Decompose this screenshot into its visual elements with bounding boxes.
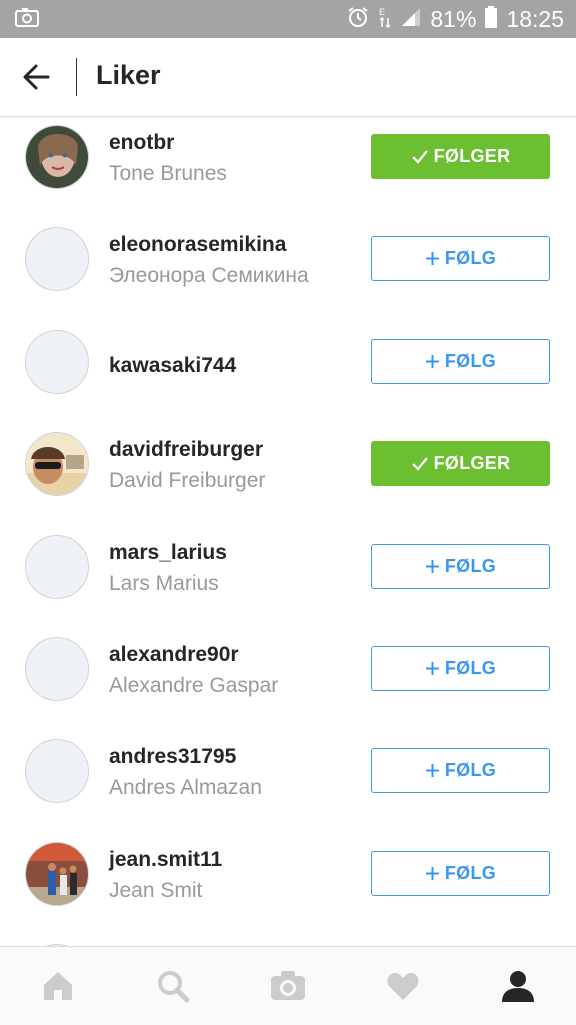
following-button[interactable]: FØLGER: [371, 134, 550, 179]
follow-button[interactable]: FØLG: [371, 543, 550, 589]
avatar[interactable]: [25, 534, 89, 599]
button-label: FØLG: [444, 658, 497, 678]
header-divider: [76, 58, 77, 96]
alarm-icon: [346, 5, 370, 34]
checkmark-icon: [411, 456, 429, 472]
full-name: Alexandre Gaspar: [109, 674, 279, 697]
plus-icon: [425, 559, 440, 574]
button-label: FØLG: [444, 350, 497, 371]
button-label: FØLG: [444, 555, 497, 576]
plus-icon: [425, 251, 440, 266]
avatar[interactable]: [25, 739, 89, 804]
follow-button[interactable]: FØLG: [371, 338, 550, 384]
nav-activity[interactable]: [345, 947, 460, 1025]
username[interactable]: andres31795: [109, 745, 236, 769]
full-name: Lars Marius: [109, 571, 219, 595]
checkmark-icon: [411, 149, 429, 165]
username[interactable]: eleonorasemikina: [109, 233, 286, 257]
button-label: FØLG: [444, 862, 497, 883]
full-name: Jean Smit: [109, 878, 203, 902]
battery-icon: [484, 5, 498, 34]
follow-button[interactable]: FØLG: [371, 646, 550, 691]
bottom-nav: [0, 946, 576, 1025]
username[interactable]: mars_larius: [109, 541, 227, 565]
plus-icon: [425, 763, 440, 778]
full-name: David Freiburger: [109, 469, 266, 493]
nav-camera[interactable]: [230, 947, 345, 1025]
username[interactable]: alexandre90r: [109, 643, 239, 667]
svg-text:E: E: [379, 7, 385, 17]
button-label: FØLGER: [433, 146, 511, 166]
back-button[interactable]: [18, 57, 58, 97]
full-name: Элеонора Семикина: [109, 264, 309, 288]
avatar[interactable]: [25, 432, 89, 497]
follow-button[interactable]: FØLG: [371, 850, 550, 896]
list-item[interactable]: mars_larius Lars Marius FØLG: [0, 526, 576, 628]
nav-profile[interactable]: [460, 947, 575, 1025]
avatar[interactable]: [25, 125, 89, 189]
signal-icon: [400, 6, 422, 33]
plus-icon: [425, 354, 440, 369]
full-name: Tone Brunes: [109, 162, 227, 185]
likers-list[interactable]: enotbr Tone Brunes FØLGER eleonorasemikina Э…: [0, 116, 576, 946]
list-item[interactable]: jean.smit11 Jean Smit FØLG: [0, 833, 576, 935]
avatar[interactable]: [25, 227, 89, 292]
status-bar: E 81% 18:25: [0, 0, 576, 38]
list-item[interactable]: davidfreiburger David Freiburger FØLGER: [0, 423, 576, 525]
avatar[interactable]: [25, 637, 89, 701]
camera-icon: [270, 971, 305, 1000]
battery-percentage: 81%: [430, 5, 477, 32]
list-item[interactable]: andres31795 Andres Almazan FØLG: [0, 730, 576, 832]
home-icon: [43, 972, 72, 1000]
list-item[interactable]: enotbr Tone Brunes FØLGER: [0, 116, 576, 218]
heart-icon: [387, 973, 418, 1000]
nav-search[interactable]: [115, 947, 230, 1025]
profile-icon: [501, 971, 534, 1002]
screenshot-notification-icon: [14, 6, 40, 35]
avatar[interactable]: [25, 329, 89, 394]
plus-icon: [425, 866, 440, 881]
search-icon: [157, 971, 189, 1003]
username[interactable]: enotbr: [109, 131, 174, 155]
avatar[interactable]: [25, 841, 89, 906]
back-arrow-icon: [23, 64, 50, 90]
page-title: Liker: [96, 60, 161, 90]
button-label: FØLG: [444, 760, 497, 781]
list-item[interactable]: eleonorasemikina Элеонора Семикина FØLG: [0, 218, 576, 320]
data-transfer-icon: E: [378, 5, 392, 34]
clock: 18:25: [506, 5, 564, 32]
username[interactable]: jean.smit11: [109, 848, 222, 872]
nav-home[interactable]: [0, 947, 115, 1025]
button-label: FØLGER: [433, 453, 511, 474]
plus-icon: [425, 661, 440, 676]
top-bar: Liker: [0, 38, 576, 117]
list-item[interactable]: kawasaki744 FØLG: [0, 321, 576, 423]
follow-button[interactable]: FØLG: [371, 748, 550, 794]
list-item[interactable]: alexandre90r Alexandre Gaspar FØLG: [0, 628, 576, 730]
follow-button[interactable]: FØLG: [371, 236, 550, 282]
button-label: FØLG: [444, 248, 497, 269]
username[interactable]: kawasaki744: [109, 354, 236, 378]
full-name: Andres Almazan: [109, 776, 262, 800]
following-button[interactable]: FØLGER: [371, 441, 550, 487]
username[interactable]: davidfreiburger: [109, 438, 263, 462]
